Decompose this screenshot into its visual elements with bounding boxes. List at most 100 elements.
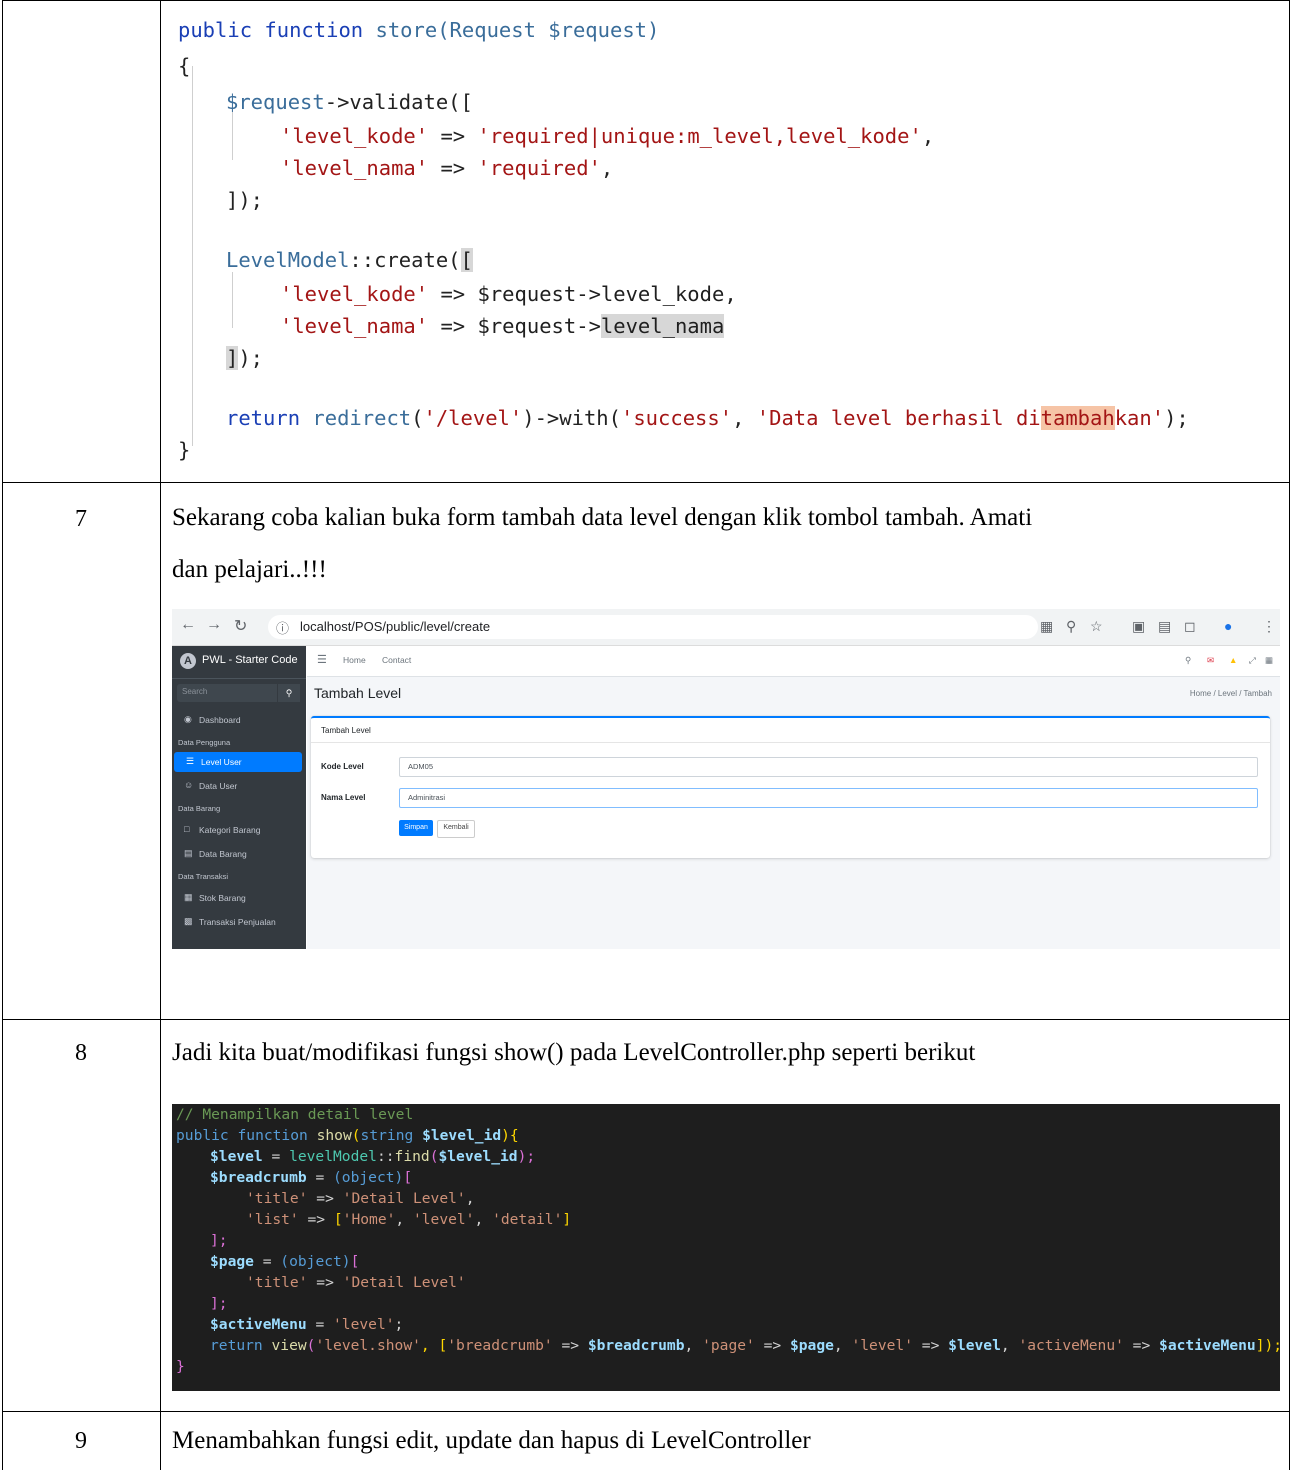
store-function-code: public function store(Request $request) …	[172, 10, 1280, 462]
search-icon[interactable]: ⚲	[278, 684, 300, 702]
sidebar-item-kategori-barang[interactable]: □ Kategori Barang	[172, 820, 306, 840]
card-title: Tambah Level	[321, 726, 371, 735]
row-divider	[2, 1411, 1290, 1412]
sidebar-item-data-user[interactable]: ☺ Data User	[172, 776, 306, 796]
sidebar-item-transaksi[interactable]: ▩ Transaksi Penjualan	[172, 912, 306, 932]
puzzle-icon[interactable]: ◻	[1184, 618, 1196, 635]
url-text: localhost/POS/public/level/create	[300, 619, 491, 634]
profile-icon[interactable]: ●	[1224, 618, 1232, 634]
cash-register-icon: ▩	[184, 916, 193, 926]
translate-icon[interactable]: ▦	[1040, 618, 1053, 635]
nama-level-input[interactable]: Adminitrasi	[399, 788, 1258, 808]
sidebar-item-dashboard[interactable]: ◉ Dashboard	[172, 710, 306, 730]
browser-toolbar: ← → ↻ ⓘ localhost/POS/public/level/creat…	[172, 609, 1280, 646]
code-line: $breadcrumb = (object)[	[210, 1169, 413, 1186]
breadcrumb[interactable]: Home / Level / Tambah	[1190, 689, 1272, 698]
brand-logo-icon: A	[180, 653, 196, 669]
code-line: 'level_nama' => $request->level_nama	[280, 314, 725, 338]
hamburger-icon[interactable]: ☰	[317, 653, 327, 666]
sidebar-header: Data Pengguna	[178, 738, 231, 747]
sidebar-item-stok-barang[interactable]: ▦ Stok Barang	[172, 888, 306, 908]
indent-guide	[232, 272, 233, 328]
code-line: $level = levelModel::find($level_id);	[210, 1148, 536, 1165]
code-line: LevelModel::create([	[226, 248, 473, 272]
search-icon[interactable]: ⚲	[1185, 655, 1191, 666]
instruction-text: Jadi kita buat/modifikasi fungsi show() …	[172, 1039, 976, 1066]
address-bar[interactable]: ⓘ localhost/POS/public/level/create	[268, 615, 1038, 639]
reload-icon[interactable]: ↻	[234, 616, 247, 636]
bookmark-icon: □	[184, 824, 190, 834]
kembali-button[interactable]: Kembali	[437, 820, 475, 838]
sidebar-header: Data Barang	[178, 804, 221, 813]
code-line: 'list' => ['Home', 'level', 'detail']	[246, 1211, 572, 1228]
code-line: public function store(Request $request)	[178, 18, 660, 42]
code-line: }	[178, 438, 191, 462]
instruction-text: Menambahkan fungsi edit, update dan hapu…	[172, 1427, 811, 1454]
row-divider	[2, 1019, 1290, 1020]
row-number: 9	[75, 1428, 87, 1454]
code-line: 'level_kode' => 'required|unique:m_level…	[280, 124, 935, 148]
reading-list-icon[interactable]: ▤	[1158, 618, 1171, 635]
kode-level-input[interactable]: ADM05	[399, 757, 1258, 777]
browser-screenshot: ← → ↻ ⓘ localhost/POS/public/level/creat…	[172, 609, 1280, 949]
notifications-icon[interactable]: ▲	[1229, 655, 1237, 665]
form-card: Tambah Level Kode Level ADM05 Nama Level…	[311, 716, 1270, 858]
instruction-text: Sekarang coba kalian buka form tambah da…	[172, 504, 1033, 531]
sidebar: A PWL - Starter Code Search ⚲ ◉ Dashboard…	[172, 646, 306, 949]
zoom-icon[interactable]: ⚲	[1066, 618, 1076, 635]
table-border-left	[2, 0, 3, 1470]
brand-name: PWL - Starter Code	[202, 654, 298, 666]
page-title: Tambah Level	[314, 685, 402, 701]
instruction-text: dan pelajari..!!!	[172, 556, 327, 583]
code-line: {	[178, 54, 191, 78]
sidebar-search-input[interactable]: Search	[177, 684, 277, 702]
dashboard-icon: ◉	[184, 714, 192, 724]
code-line: return redirect('/level')->with('success…	[226, 406, 1189, 430]
sidebar-item-level-user[interactable]: ☰ Level User	[174, 752, 302, 772]
table-border-right	[1289, 0, 1290, 1470]
main-content: ☰ Home Contact ⚲ ✉ ▲ ⤢ ▦ Tambah Level Ho…	[307, 646, 1280, 949]
brand[interactable]: A PWL - Starter Code	[172, 646, 306, 679]
messages-icon[interactable]: ✉	[1207, 655, 1214, 666]
code-line: $request->validate([	[226, 90, 473, 114]
label-kode-level: Kode Level	[321, 762, 364, 771]
label-nama-level: Nama Level	[321, 793, 366, 802]
grid-icon[interactable]: ▦	[1265, 655, 1273, 666]
row-number: 8	[75, 1040, 87, 1066]
arrow-left-icon[interactable]: ←	[180, 616, 196, 634]
cubes-icon: ▦	[184, 892, 193, 902]
code-line: 'level_nama' => 'required',	[280, 156, 614, 180]
code-line: return view('level.show', ['breadcrumb' …	[210, 1337, 1283, 1354]
sidebar-header: Data Transaksi	[178, 872, 229, 881]
column-divider	[160, 0, 161, 1470]
step-table: public function store(Request $request) …	[0, 0, 1291, 1470]
nav-home[interactable]: Home	[343, 655, 366, 665]
code-line: 'level_kode' => $request->level_kode,	[280, 282, 737, 306]
code-line: $page = (object)[	[210, 1253, 360, 1270]
more-icon[interactable]: ⋮	[1262, 618, 1276, 635]
info-icon[interactable]: ⓘ	[276, 618, 289, 637]
nav-contact[interactable]: Contact	[382, 655, 411, 665]
extension-icon[interactable]: ▣	[1132, 618, 1145, 635]
code-line: // Menampilkan detail level	[176, 1106, 414, 1123]
show-function-code: // Menampilkan detail level public funct…	[172, 1104, 1283, 1391]
simpan-button[interactable]: Simpan	[399, 820, 433, 836]
card-header: Tambah Level	[311, 718, 1270, 743]
sidebar-item-data-barang[interactable]: ▤ Data Barang	[172, 844, 306, 864]
layers-icon: ☰	[186, 756, 195, 766]
user-icon: ☺	[184, 780, 194, 790]
code-line: ]);	[226, 188, 264, 212]
code-line: 'title' => 'Detail Level',	[246, 1190, 475, 1207]
code-line: ];	[210, 1295, 228, 1312]
fullscreen-icon[interactable]: ⤢	[1249, 655, 1256, 666]
list-icon: ▤	[184, 848, 193, 858]
code-line: public function show(string $level_id){	[176, 1127, 519, 1144]
top-navbar: ☰ Home Contact ⚲ ✉ ▲ ⤢ ▦	[307, 646, 1280, 677]
code-line: $activeMenu = 'level';	[210, 1316, 404, 1333]
code-line: ];	[210, 1232, 228, 1249]
table-border-top	[2, 0, 1290, 1]
code-line: ]);	[226, 346, 264, 370]
star-icon[interactable]: ☆	[1090, 618, 1103, 635]
code-line: 'title' => 'Detail Level'	[246, 1274, 466, 1291]
arrow-right-icon[interactable]: →	[206, 616, 222, 634]
